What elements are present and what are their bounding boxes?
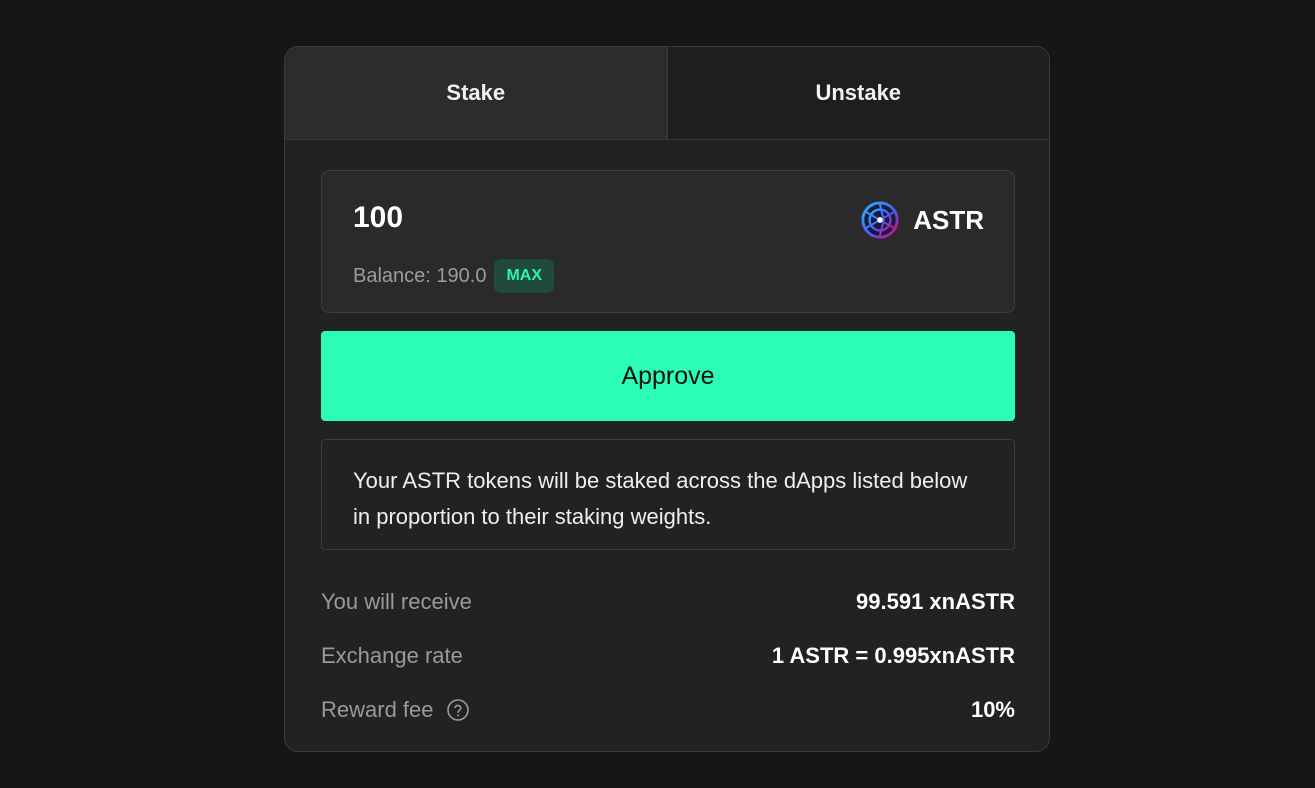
receive-value: 99.591 xnASTR bbox=[856, 589, 1015, 614]
receive-row: You will receive 99.591 xnASTR bbox=[321, 575, 1015, 629]
reward-fee-label-group: Reward fee bbox=[321, 697, 470, 723]
balance-row: Balance: 190.0 MAX bbox=[353, 259, 554, 293]
details-list: You will receive 99.591 xnASTR Exchange … bbox=[321, 575, 1015, 737]
token-selector[interactable]: ASTR bbox=[861, 201, 984, 239]
max-button[interactable]: MAX bbox=[494, 259, 554, 293]
exchange-rate-row: Exchange rate 1 ASTR = 0.995xnASTR bbox=[321, 629, 1015, 683]
tab-stake[interactable]: Stake bbox=[285, 47, 668, 139]
receive-label: You will receive bbox=[321, 589, 472, 614]
tab-unstake[interactable]: Unstake bbox=[667, 47, 1049, 139]
staking-card: Stake Unstake 100 ASTR Balance: 190.0 MA… bbox=[284, 46, 1050, 752]
balance-text: Balance: 190.0 bbox=[353, 264, 487, 287]
reward-fee-value: 10% bbox=[970, 697, 1015, 722]
token-symbol: ASTR bbox=[913, 204, 984, 235]
exchange-rate-label: Exchange rate bbox=[321, 643, 463, 668]
exchange-rate-value: 1 ASTR = 0.995xnASTR bbox=[771, 643, 1015, 668]
amount-input[interactable]: 100 bbox=[353, 201, 403, 235]
reward-fee-row: Reward fee 10% bbox=[321, 683, 1015, 737]
approve-button[interactable]: Approve bbox=[321, 331, 1015, 421]
reward-fee-label: Reward fee bbox=[321, 697, 434, 722]
staking-notice: Your ASTR tokens will be staked across t… bbox=[321, 439, 1015, 550]
astar-logo-icon bbox=[861, 201, 899, 239]
tab-bar: Stake Unstake bbox=[285, 47, 1049, 140]
amount-input-box: 100 ASTR Balance: 190.0 MAX bbox=[321, 170, 1015, 313]
question-circle-icon[interactable] bbox=[446, 698, 470, 722]
